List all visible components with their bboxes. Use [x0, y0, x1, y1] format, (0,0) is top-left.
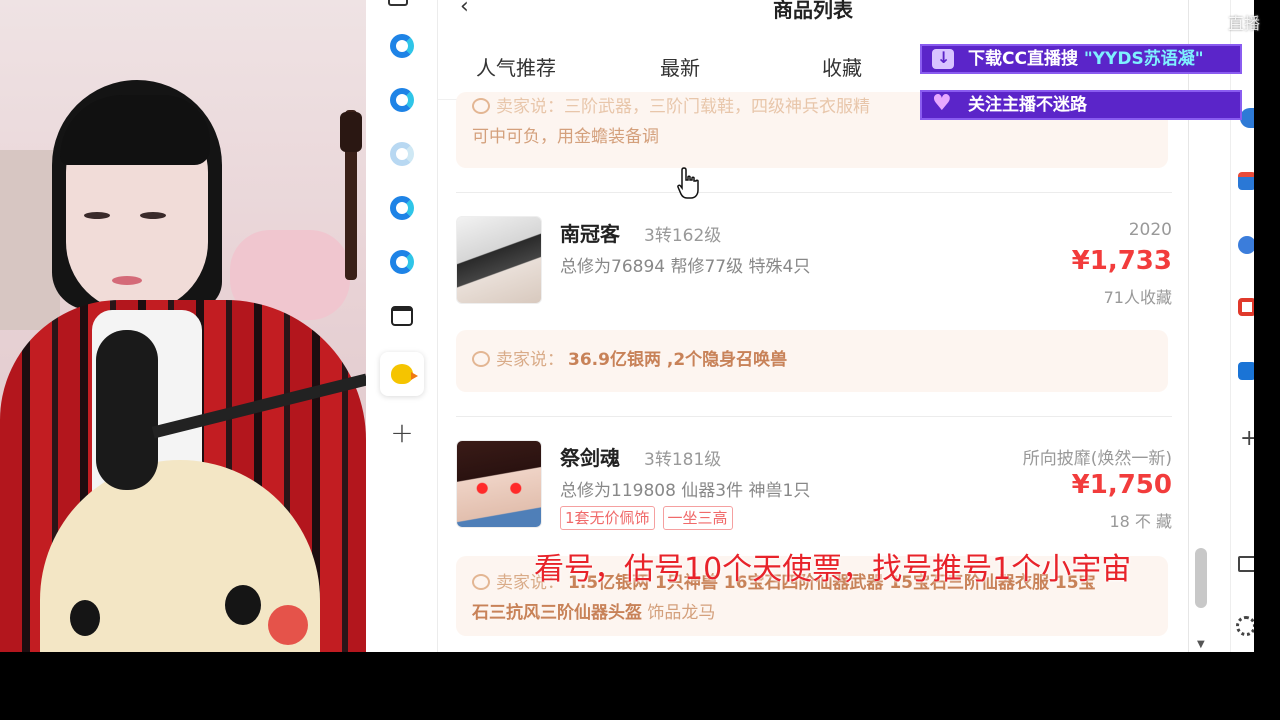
window-icon[interactable]	[388, 0, 408, 6]
promo-follow-banner[interactable]: 关注主播不迷路	[920, 90, 1242, 120]
streamer-eye-right	[140, 212, 166, 219]
promo-download-banner[interactable]: 下载CC直播搜 "YYDS苏语凝"	[920, 44, 1242, 74]
edge-icon[interactable]	[384, 136, 420, 172]
edge-icon[interactable]	[384, 190, 420, 226]
item-tag: 一坐三高	[662, 506, 733, 530]
heart-icon	[932, 92, 954, 117]
seller-note-line2: 可中可负，用金蟾装备调	[472, 127, 659, 147]
character-stats: 总修为76894 帮修77级 特殊4只	[560, 257, 811, 277]
download-icon	[932, 46, 954, 71]
plush-eye-right	[225, 585, 261, 625]
seller-note-prefix: 卖家说：	[496, 97, 564, 117]
gear-icon[interactable]	[1236, 616, 1256, 636]
edge-icon[interactable]	[384, 244, 420, 280]
watermark-logo-icon	[1200, 14, 1218, 32]
character-name: 祭剑魂	[560, 446, 620, 470]
hand-cursor-icon	[677, 167, 699, 199]
product-item[interactable]: 祭剑魂 3转181级 总修为119808 仙器3件 神兽1只 1套无价佩饰 一坐…	[456, 440, 1172, 536]
calendar-icon[interactable]	[384, 298, 420, 334]
seller-note: 卖家说： 36.9亿银两 ,2个隐身召唤兽	[456, 330, 1168, 392]
tab-popular[interactable]: 人气推荐	[476, 52, 556, 81]
watermark-text: 直播	[1228, 14, 1261, 33]
watermark: 直播	[1200, 10, 1260, 34]
promo-keyword: "YYDS苏语凝"	[1083, 49, 1204, 69]
item-note: 2020	[1128, 220, 1172, 240]
microphone	[96, 330, 158, 490]
streamer-eye-left	[84, 212, 110, 219]
promo-follow-text: 关注主播不迷路	[968, 95, 1087, 115]
stage: + ‹ 商品列表 人气推荐 最新 收藏 卖家说：三阶武器，三阶门载鞋，四级神兵衣…	[0, 0, 1280, 652]
game-chick-icon[interactable]	[380, 352, 424, 396]
frame-edge	[1254, 0, 1280, 652]
favorite-count: 71人收藏	[1103, 288, 1172, 307]
seller-note-line2-rest: 饰品龙马	[642, 603, 716, 623]
add-icon[interactable]: +	[384, 414, 420, 450]
chat-icon	[472, 574, 490, 590]
plush-cheek	[268, 605, 308, 645]
scroll-down-icon[interactable]: ▼	[1197, 639, 1205, 650]
item-price: ¥1,733	[1071, 246, 1172, 276]
character-avatar	[456, 216, 542, 304]
character-name: 南冠客	[560, 222, 620, 246]
item-price: ¥1,750	[1071, 470, 1172, 500]
background-shelf	[0, 150, 60, 330]
character-level: 3转162级	[644, 226, 722, 246]
edge-icon[interactable]	[384, 28, 420, 64]
seller-note-text: 36.9亿银两 ,2个隐身召唤兽	[568, 350, 788, 370]
seller-note-line1: 三阶武器，三阶门载鞋，四级神兵衣服精	[564, 97, 870, 117]
page-title: 商品列表	[773, 0, 853, 22]
promo-download-text: 下载CC直播搜	[968, 49, 1084, 69]
character-level: 3转181级	[644, 450, 722, 470]
subtitle-overlay: 看号，估号10个天使票，找号推号1个小宇宙	[534, 552, 1132, 587]
panel-header: ‹ 商品列表	[438, 0, 1188, 26]
edge-icon[interactable]	[384, 82, 420, 118]
chat-icon	[472, 351, 490, 367]
divider	[456, 416, 1172, 417]
item-note: 所向披靡(焕然一新)	[1022, 449, 1172, 469]
seller-note-line2-bold: 石三抗风三阶仙器头盔	[472, 603, 642, 623]
webcam-feed	[0, 0, 366, 652]
divider	[456, 192, 1172, 193]
tab-latest[interactable]: 最新	[660, 52, 700, 81]
tab-favorites[interactable]: 收藏	[822, 52, 862, 81]
item-tag: 1套无价佩饰	[560, 506, 655, 530]
streamer-lips	[112, 276, 142, 285]
character-stats: 总修为119808 仙器3件 神兽1只	[560, 481, 811, 501]
favorite-count: 18 不 藏	[1109, 512, 1172, 531]
plush-eye-left	[70, 600, 100, 636]
character-avatar	[456, 440, 542, 528]
chat-icon	[472, 98, 490, 114]
product-item[interactable]: 南冠客 3转162级 总修为76894 帮修77级 特殊4只 2020 ¥1,7…	[456, 216, 1172, 312]
item-tags: 1套无价佩饰 一坐三高	[560, 506, 733, 530]
seller-note-prefix: 卖家说：	[496, 350, 564, 370]
app-sidebar: +	[366, 0, 438, 652]
guitar-head	[340, 112, 362, 152]
scroll-thumb[interactable]	[1195, 548, 1207, 608]
